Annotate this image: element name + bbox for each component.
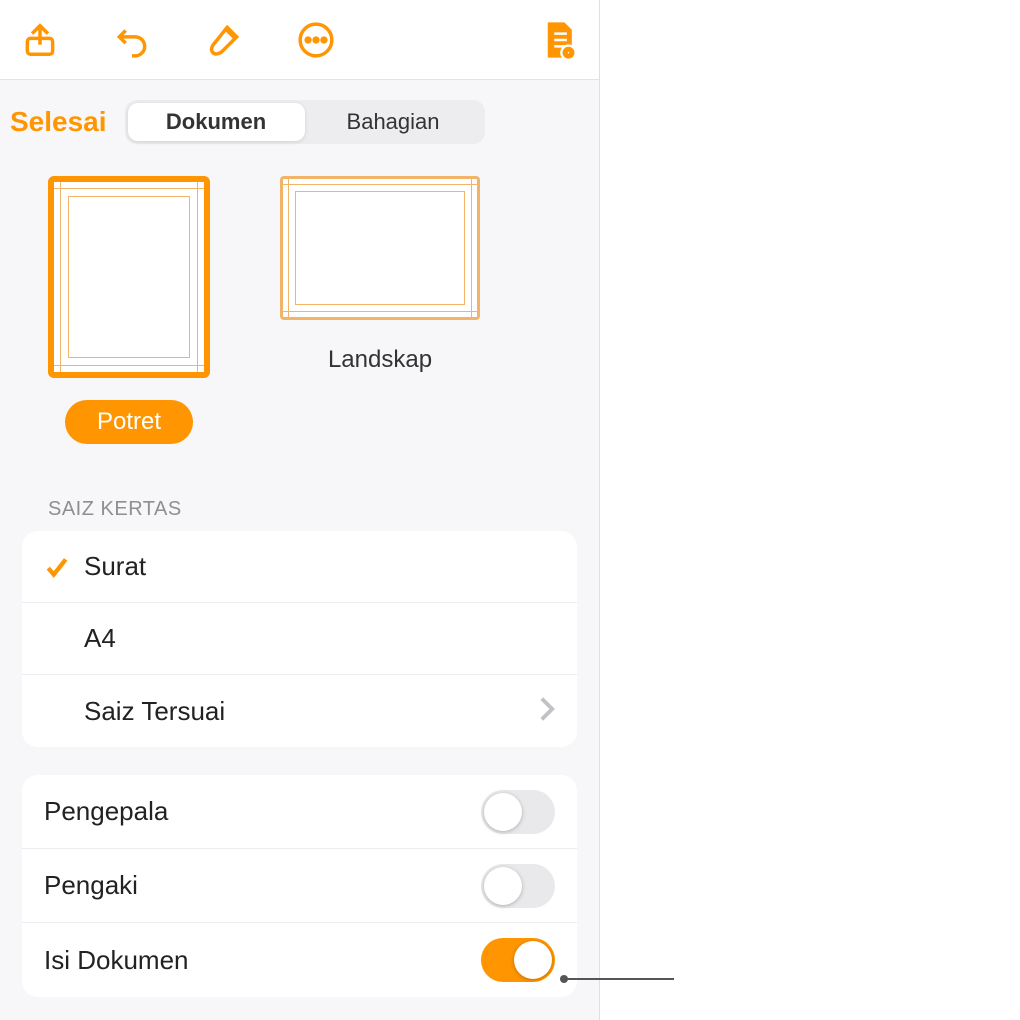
row-label: Saiz Tersuai xyxy=(44,696,539,727)
tab-document[interactable]: Dokumen xyxy=(128,103,305,141)
toggle-header-row: Pengepala xyxy=(22,775,577,849)
portrait-label: Potret xyxy=(65,400,193,444)
orientation-landscape[interactable] xyxy=(280,176,480,320)
toggle-header-switch[interactable] xyxy=(481,790,555,834)
orientation-portrait[interactable] xyxy=(48,176,210,378)
share-icon[interactable] xyxy=(18,18,62,62)
paper-size-list: Surat A4 Saiz Tersuai xyxy=(22,531,577,747)
header-row: Selesai Dokumen Bahagian xyxy=(0,80,599,156)
document-settings-icon[interactable] xyxy=(537,18,581,62)
toggle-footer-row: Pengaki xyxy=(22,849,577,923)
toggle-footer-label: Pengaki xyxy=(44,870,481,901)
toggle-body-label: Isi Dokumen xyxy=(44,945,481,976)
orientation-options: Potret Landskap xyxy=(0,156,599,456)
tab-section[interactable]: Bahagian xyxy=(305,103,482,141)
paper-size-a4[interactable]: A4 xyxy=(22,603,577,675)
callout-line xyxy=(564,978,674,980)
chevron-right-icon xyxy=(539,696,555,727)
document-options-panel: Selesai Dokumen Bahagian Potret Landskap… xyxy=(0,0,600,1020)
paper-size-letter[interactable]: Surat xyxy=(22,531,577,603)
toggle-header-label: Pengepala xyxy=(44,796,481,827)
undo-icon[interactable] xyxy=(110,18,154,62)
more-icon[interactable] xyxy=(294,18,338,62)
toolbar xyxy=(0,0,599,80)
format-brush-icon[interactable] xyxy=(202,18,246,62)
row-label: A4 xyxy=(44,623,555,654)
paper-size-custom[interactable]: Saiz Tersuai xyxy=(22,675,577,747)
toggle-body-row: Isi Dokumen xyxy=(22,923,577,997)
landscape-label: Landskap xyxy=(328,342,432,378)
document-toggles: Pengepala Pengaki Isi Dokumen xyxy=(22,775,577,997)
done-button[interactable]: Selesai xyxy=(8,106,107,138)
row-label: Surat xyxy=(84,551,555,582)
toggle-footer-switch[interactable] xyxy=(481,864,555,908)
check-icon xyxy=(44,554,84,580)
segmented-control: Dokumen Bahagian xyxy=(125,100,485,144)
toggle-body-switch[interactable] xyxy=(481,938,555,982)
paper-size-title: SAIZ KERTAS xyxy=(0,456,599,531)
